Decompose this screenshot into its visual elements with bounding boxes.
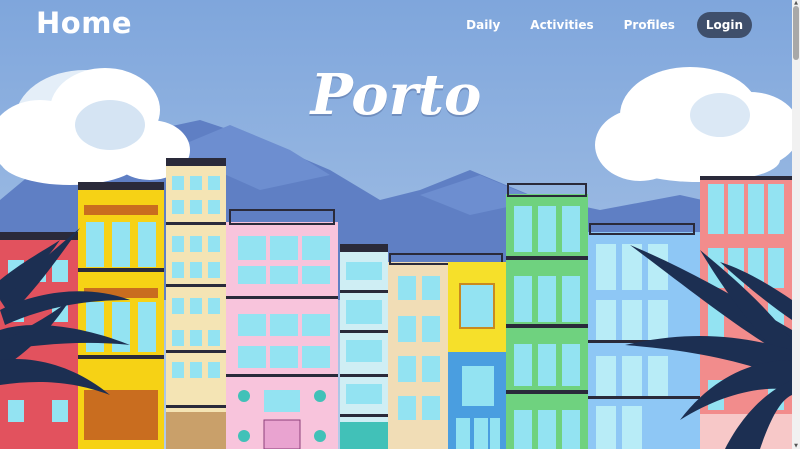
scroll-down-arrow-icon[interactable]: ▼ [792, 443, 800, 449]
nav-link-profiles[interactable]: Profiles [616, 12, 683, 38]
nav-links: Daily Activities Profiles Login [444, 12, 752, 38]
login-button[interactable]: Login [696, 12, 752, 38]
top-navbar: Home Daily Activities Profiles Login [0, 0, 792, 48]
scrollbar-thumb[interactable] [793, 6, 799, 60]
vertical-scrollbar[interactable]: ▲ ▼ [792, 0, 800, 449]
home-logo-link[interactable]: Home [36, 6, 132, 40]
hero-title: Porto [310, 62, 482, 128]
nav-link-activities[interactable]: Activities [522, 12, 601, 38]
nav-link-daily[interactable]: Daily [458, 12, 508, 38]
